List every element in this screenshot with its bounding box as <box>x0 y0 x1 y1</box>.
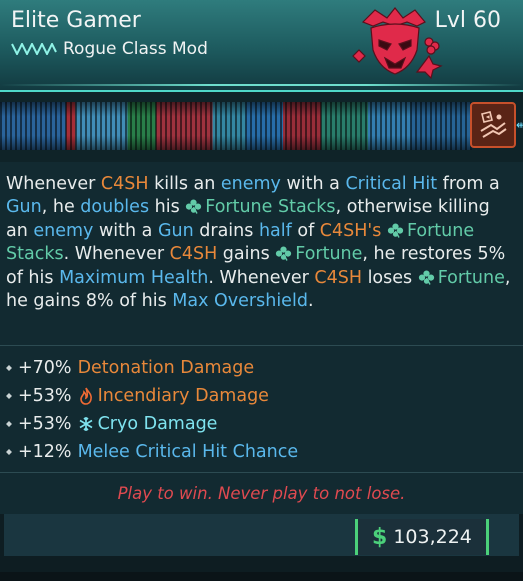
stat-row: +53% Cryo Damage <box>6 410 511 438</box>
bullet-icon <box>6 449 12 455</box>
item-name: Elite Gamer <box>11 8 141 33</box>
stat-value: +70% <box>18 358 72 378</box>
clover-icon <box>186 199 202 215</box>
keyword: Critical Hit <box>345 174 438 194</box>
price-box: $ 103,224 <box>355 519 489 555</box>
decor-band <box>0 92 523 162</box>
keyword: doubles <box>80 197 150 218</box>
stat-name: Melee Critical Hit Chance <box>77 442 299 462</box>
decor-strip <box>0 102 472 150</box>
keyword: C4SH <box>100 174 149 194</box>
flavor-text: Play to win. Never play to not lose. <box>117 484 406 503</box>
rogue-emblem-icon <box>352 7 443 80</box>
stat-list: +70% Detonation Damage +53% Incendiary Dama… <box>6 354 511 466</box>
stat-row: +53% Incendiary Damage <box>6 382 511 410</box>
description-text: kills an <box>148 174 221 194</box>
stat-row: +12% Melee Critical Hit Chance <box>6 438 511 466</box>
stat-name: Detonation Damage <box>77 358 255 378</box>
stat-row: +70% Detonation Damage <box>6 354 511 382</box>
description-text: drains <box>193 220 259 241</box>
description-text: of <box>291 220 320 241</box>
description-text: . Whenever <box>63 244 170 265</box>
skill-icon-box[interactable] <box>470 102 516 148</box>
clover-icon <box>418 270 434 285</box>
description-text: gains <box>217 244 276 265</box>
item-type-row: Rogue Class Mod <box>11 39 208 59</box>
keyword: Max Overshield <box>172 291 308 312</box>
stat-value: +53% <box>18 414 72 434</box>
stat-name: Cryo Damage <box>97 414 218 434</box>
dollar-icon: $ <box>372 524 388 550</box>
stat-name: Incendiary Damage <box>97 386 269 406</box>
description-text: from a <box>437 174 500 194</box>
description-text: Whenever <box>6 174 101 194</box>
keyword: enemy <box>33 220 94 241</box>
clover-icon <box>387 223 404 238</box>
keyword: C4SH <box>169 244 218 265</box>
divider <box>0 472 523 473</box>
hand-cards-icon <box>480 111 507 138</box>
snowflake-icon <box>79 417 92 431</box>
description-text: , he <box>41 197 81 218</box>
description-text: . Whenever <box>208 267 315 288</box>
bullet-icon <box>6 421 12 427</box>
item-description: Whenever C4SH kills an enemy with a Crit… <box>6 173 511 313</box>
stat-value: +53% <box>18 386 72 406</box>
bullet-icon <box>6 365 12 371</box>
keyword: Gun <box>157 220 194 241</box>
band-arrow-icon: ⇹ <box>516 118 523 132</box>
divider <box>0 345 523 346</box>
keyword: enemy <box>220 174 281 194</box>
keyword: C4SH <box>314 267 362 288</box>
flame-icon <box>79 387 92 405</box>
keyword: Fortune <box>437 267 505 288</box>
description-text: . <box>307 291 314 312</box>
clover-icon <box>276 246 292 262</box>
bullet-icon <box>6 393 12 399</box>
keyword: Maximum Health <box>59 267 209 288</box>
stat-value: +12% <box>18 442 72 462</box>
keyword: Gun <box>6 197 42 218</box>
description-text: with a <box>280 174 346 194</box>
item-price: 103,224 <box>393 526 472 548</box>
item-type: Rogue Class Mod <box>63 39 208 59</box>
rarity-chevrons-icon <box>11 43 57 55</box>
item-card: Elite Gamer Lvl 60 Rogue Class Mod ⇹ Whe… <box>0 0 523 581</box>
description-text: his <box>149 197 186 218</box>
keyword: half <box>258 220 292 241</box>
keyword: Fortune Stacks <box>205 197 336 218</box>
description-text: loses <box>362 267 418 288</box>
description-text: with a <box>93 220 158 241</box>
item-header: Elite Gamer Lvl 60 Rogue Class Mod <box>0 0 523 92</box>
keyword: Fortune <box>295 244 363 265</box>
keyword: C4SH's <box>319 220 382 241</box>
